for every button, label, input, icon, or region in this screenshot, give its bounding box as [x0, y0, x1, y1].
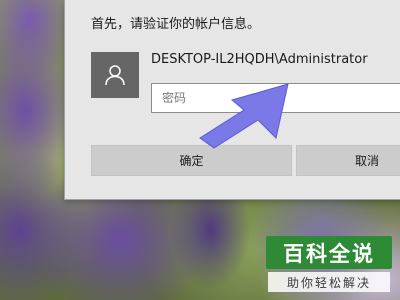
- watermark-logo: 百科全说 助你轻松解决: [266, 236, 392, 294]
- watermark-sub: 助你轻松解决: [268, 272, 390, 292]
- watermark-main: 百科全说: [266, 236, 392, 269]
